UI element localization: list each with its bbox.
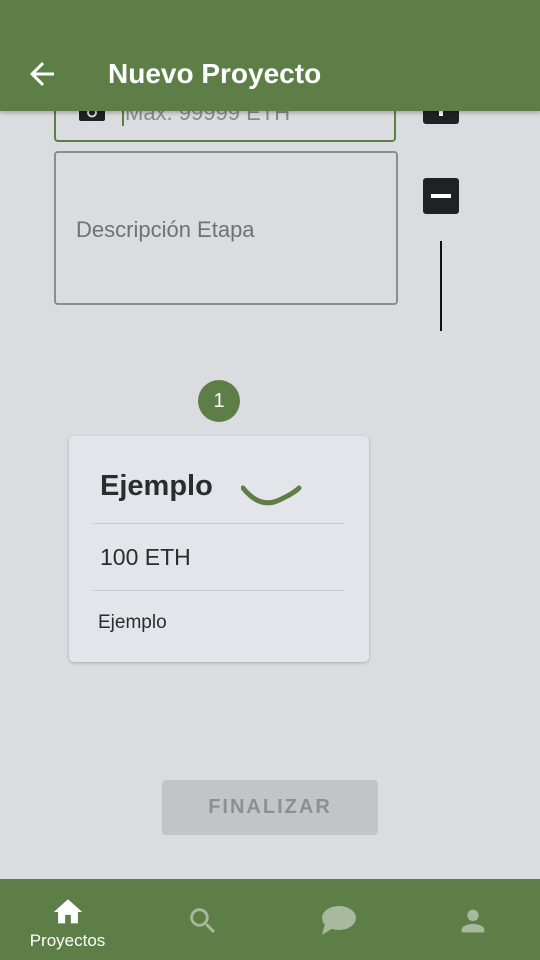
stage-card-description: Ejemplo bbox=[98, 612, 167, 633]
back-button[interactable] bbox=[24, 56, 60, 92]
step-badge: 1 bbox=[198, 380, 240, 422]
stage-card-title: Ejemplo bbox=[100, 470, 213, 502]
finish-button[interactable]: FINALIZAR bbox=[162, 780, 378, 835]
card-divider bbox=[93, 590, 345, 591]
remove-stage-button[interactable] bbox=[423, 178, 459, 214]
profile-icon bbox=[461, 909, 484, 933]
nav-label: Proyectos bbox=[29, 931, 106, 950]
stage-card-amount: 100 ETH bbox=[100, 544, 191, 570]
search-icon bbox=[189, 908, 215, 934]
stage-description-input[interactable]: Descripción Etapa bbox=[54, 151, 398, 305]
stage-card: Ejemplo 100 ETH Ejemplo bbox=[69, 436, 369, 662]
loading-spinner-icon bbox=[241, 485, 302, 506]
description-placeholder: Descripción Etapa bbox=[76, 217, 255, 242]
nav-item-chat[interactable] bbox=[270, 879, 405, 960]
home-icon bbox=[53, 899, 82, 924]
bottom-navigation: Proyectos bbox=[0, 879, 540, 960]
card-divider bbox=[93, 523, 345, 524]
chat-icon bbox=[321, 906, 356, 935]
nav-item-profile[interactable] bbox=[405, 879, 540, 960]
nav-item-proyectos[interactable]: Proyectos bbox=[0, 879, 135, 960]
app-bar: Nuevo Proyecto bbox=[0, 0, 540, 111]
timeline-line bbox=[440, 241, 442, 331]
nav-item-search[interactable] bbox=[135, 879, 270, 960]
arrow-left-icon bbox=[30, 62, 54, 86]
page-title: Nuevo Proyecto bbox=[108, 58, 322, 89]
